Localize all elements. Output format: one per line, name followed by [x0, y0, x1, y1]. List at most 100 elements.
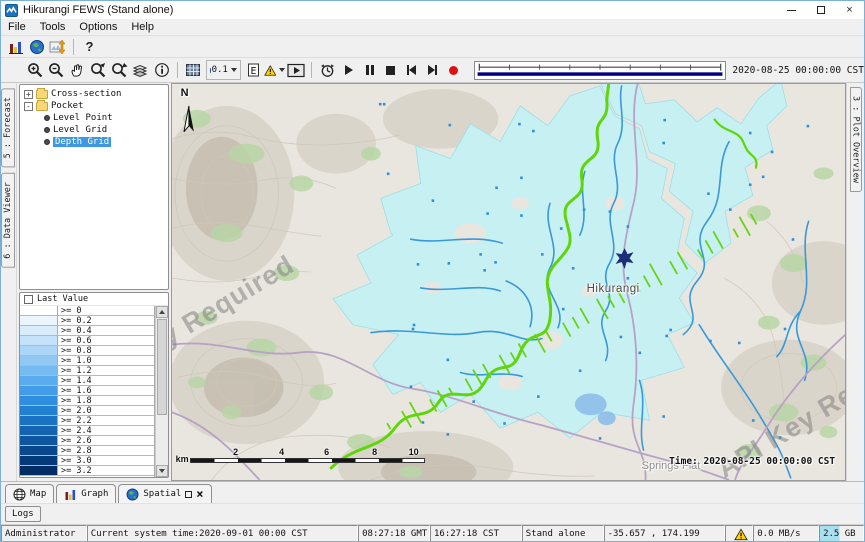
maximize-button[interactable]: [806, 1, 835, 19]
previous-step-button[interactable]: [401, 60, 422, 80]
logs-button[interactable]: Logs: [5, 506, 41, 522]
pause-button[interactable]: [359, 60, 380, 80]
tab-forecast[interactable]: 5 : Forecast: [1, 88, 15, 167]
status-network: 0.0 MB/s: [753, 525, 819, 542]
tab-graph[interactable]: Graph: [56, 484, 116, 503]
time-navigator-icon: [319, 62, 336, 79]
minimize-icon: [787, 10, 796, 11]
tree-item-level-grid[interactable]: Level Grid: [20, 124, 168, 136]
tab-close-icon[interactable]: ×: [196, 489, 203, 499]
legend-row[interactable]: >= 0.6: [20, 336, 154, 346]
help-button[interactable]: ?: [79, 37, 100, 57]
legend-swatch: [20, 396, 58, 405]
last-value-checkbox[interactable]: [24, 295, 33, 304]
data-display-button[interactable]: [47, 37, 68, 57]
labels-toggle-button[interactable]: E: [243, 60, 264, 80]
tree-item-cross-section[interactable]: + Cross-section: [20, 88, 168, 100]
minimize-button[interactable]: [777, 1, 806, 19]
legend-swatch: [20, 356, 58, 365]
menu-options[interactable]: Options: [72, 21, 124, 33]
warning-icon: [264, 63, 277, 78]
stop-icon: [386, 66, 395, 75]
zoom-out-button[interactable]: [46, 60, 67, 80]
tab-plot-overview[interactable]: 3 : Plot Overview: [850, 87, 862, 192]
legend-row[interactable]: >= 2.6: [20, 436, 154, 446]
legend-row[interactable]: >= 2.2: [20, 416, 154, 426]
legend-row[interactable]: >= 1.0: [20, 356, 154, 366]
play-button[interactable]: [338, 60, 359, 80]
grid-display-button[interactable]: [183, 60, 204, 80]
tree-item-level-point[interactable]: Level Point: [20, 112, 168, 124]
tab-spatial-label: Spatial: [143, 489, 181, 499]
scroll-up-button[interactable]: [156, 306, 168, 318]
status-coordinates: -35.657 , 174.199: [604, 525, 726, 542]
time-navigator-button[interactable]: [317, 60, 338, 80]
expand-icon[interactable]: +: [24, 90, 33, 99]
tree-item-pocket[interactable]: - Pocket: [20, 100, 168, 112]
tree-item-label: Level Grid: [53, 125, 107, 135]
legend-row[interactable]: >= 1.8: [20, 396, 154, 406]
warning-levels-dropdown[interactable]: [264, 60, 286, 80]
legend-row[interactable]: >= 0: [20, 306, 154, 316]
menu-bar: File Tools Options Help: [1, 19, 864, 36]
toolbar-separator: [177, 62, 178, 78]
legend-row[interactable]: >= 1.2: [20, 366, 154, 376]
time-series-display-button[interactable]: [5, 37, 26, 57]
bottom-tab-bar: Map Graph Spatial ×: [1, 481, 864, 503]
next-step-button[interactable]: [422, 60, 443, 80]
legend-row[interactable]: >= 2.0: [20, 406, 154, 416]
status-bar: Administrator Current system time:2020-0…: [1, 524, 864, 542]
stop-button[interactable]: [380, 60, 401, 80]
scale-tick-label: 6: [324, 447, 329, 457]
close-icon: ×: [846, 4, 852, 16]
collapse-icon[interactable]: -: [24, 102, 33, 111]
globe-grid-icon: [13, 488, 26, 501]
zoom-previous-button[interactable]: [88, 60, 109, 80]
scroll-thumb[interactable]: [157, 319, 167, 415]
status-warning[interactable]: [725, 525, 753, 542]
legend-row[interactable]: >= 0.8: [20, 346, 154, 356]
zoom-next-button[interactable]: [109, 60, 130, 80]
menu-tools[interactable]: Tools: [33, 21, 73, 33]
play-icon: [345, 65, 353, 75]
legend-row[interactable]: >= 1.6: [20, 386, 154, 396]
last-value-label: Last Value: [37, 294, 88, 304]
legend-swatch: [20, 466, 58, 475]
tree-item-depth-grid[interactable]: Depth Grid: [20, 136, 168, 148]
legend-row[interactable]: >= 2.8: [20, 446, 154, 456]
legend-scrollbar[interactable]: [155, 306, 168, 477]
left-panel: + Cross-section - Pocket Level Point Lev…: [17, 83, 171, 481]
zoom-in-button[interactable]: [25, 60, 46, 80]
layers-button[interactable]: [130, 60, 151, 80]
map-canvas[interactable]: API Key Required API Key Required N Hiku…: [171, 83, 846, 481]
scale-tick-label: 4: [279, 447, 284, 457]
spatial-display-button[interactable]: [26, 37, 47, 57]
info-button[interactable]: [151, 60, 172, 80]
folder-open-icon: [36, 102, 48, 111]
menu-help[interactable]: Help: [124, 21, 161, 33]
tab-maximize-icon[interactable]: [185, 491, 192, 498]
animation-button[interactable]: [285, 60, 306, 80]
legend-row[interactable]: >= 3.2: [20, 466, 154, 476]
menu-file[interactable]: File: [1, 21, 33, 33]
legend-row[interactable]: >= 0.2: [20, 316, 154, 326]
legend-rows: >= 0 >= 0.2 >= 0.4 >= 0.6 >= 0.8 >= 1.0 …: [20, 306, 155, 477]
tab-data-viewer[interactable]: 6 : Data Viewer: [1, 173, 15, 268]
tab-map[interactable]: Map: [5, 484, 54, 503]
scroll-track[interactable]: [156, 318, 168, 465]
legend-swatch: [20, 416, 58, 425]
time-slider[interactable]: [474, 61, 726, 80]
legend-row[interactable]: >= 0.4: [20, 326, 154, 336]
legend-row[interactable]: >= 1.4: [20, 376, 154, 386]
legend-swatch: [20, 456, 58, 465]
window-title: Hikurangi FEWS (Stand alone): [23, 4, 173, 16]
close-button[interactable]: ×: [835, 1, 864, 19]
record-button[interactable]: [443, 60, 464, 80]
status-mode: Stand alone: [522, 525, 604, 542]
scroll-down-button[interactable]: [156, 465, 168, 477]
legend-row[interactable]: >= 3.0: [20, 456, 154, 466]
legend-row[interactable]: >= 2.4: [20, 426, 154, 436]
tab-spatial[interactable]: Spatial ×: [118, 484, 211, 503]
pan-button[interactable]: [67, 60, 88, 80]
point-scale-dropdown[interactable]: 0.1: [206, 60, 241, 80]
